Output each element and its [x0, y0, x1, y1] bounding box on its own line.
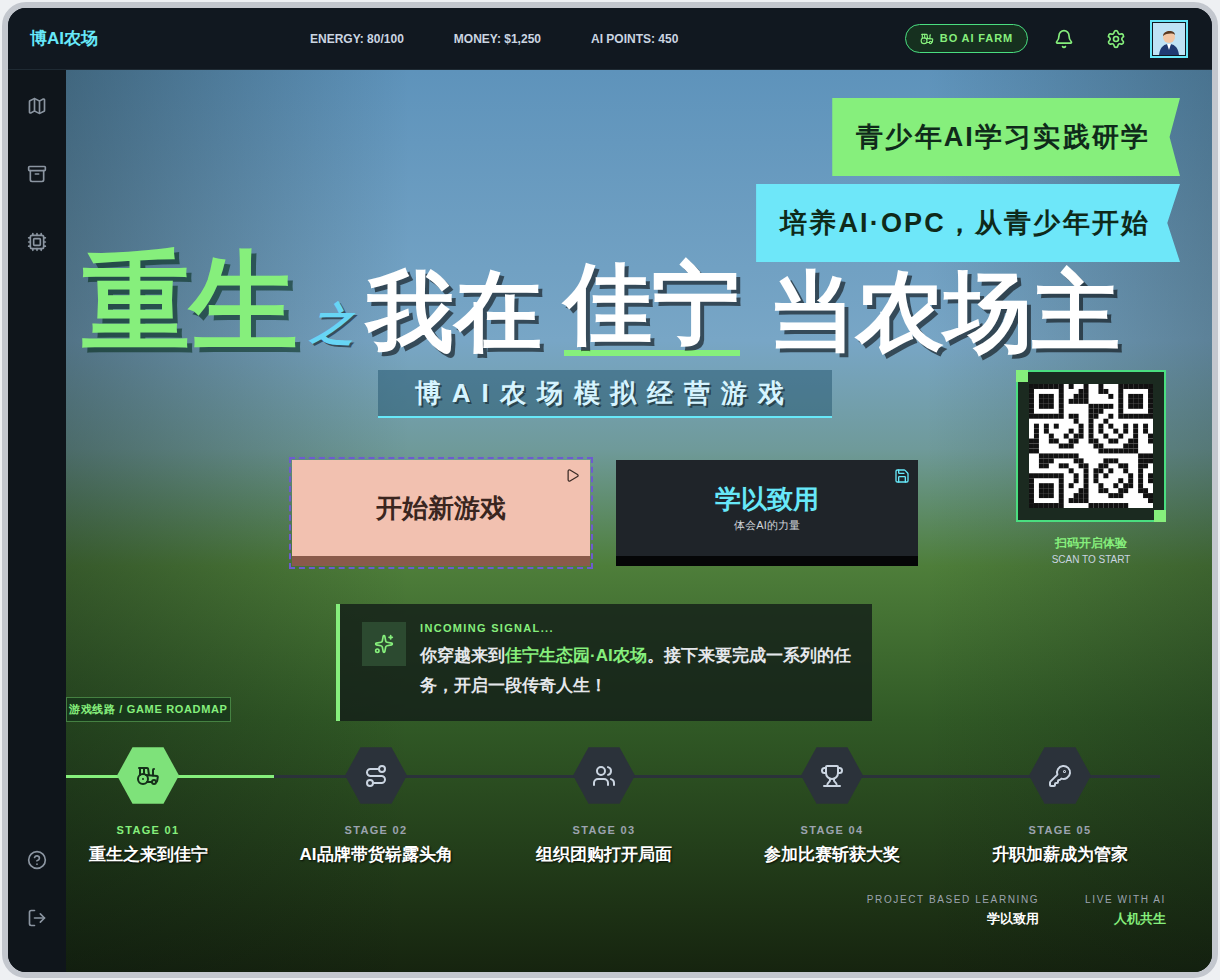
qr-frame[interactable]: [1016, 370, 1166, 522]
button-sub: 体会AI的力量: [734, 517, 799, 534]
archive-icon[interactable]: [27, 164, 47, 184]
stage-hexagon: [573, 746, 635, 806]
save-icon: [894, 468, 910, 484]
title-text: 我在: [366, 268, 542, 356]
device-frame: 博AI农场ENERGY: 80/100 MONEY: $1,250 AI POINT…: [2, 2, 1218, 978]
qr-code-icon: [1029, 384, 1153, 508]
roadmap-stage[interactable]: STAGE 01 重生之来到佳宁: [66, 746, 230, 868]
signal-heading: INCOMING SIGNAL...: [420, 620, 852, 637]
qr-subcaption: SCAN TO START: [1052, 552, 1131, 567]
title-place: 佳宁: [564, 260, 740, 356]
stage-icon: [1048, 764, 1072, 788]
roadmap: 游戏线路 / GAME ROADMAPSTAGE 01重生之来到佳宁STAGE …: [66, 697, 1180, 868]
roadmap-stage[interactable]: STAGE 02 AI品牌带货崭露头角: [294, 746, 458, 868]
stage-icon: [820, 764, 844, 788]
sidebar: [8, 70, 66, 972]
stage-icon: [364, 764, 388, 788]
roadmap-stage[interactable]: STAGE 03 组织团购打开局面: [522, 746, 686, 868]
game-title: 重生之我在佳宁当农场主: [66, 248, 1180, 356]
qr-panel: 扫码开启体验SCAN TO START: [1016, 370, 1166, 721]
footer-item: LIVE WITH AI人机共生: [1085, 892, 1166, 929]
notifications-button[interactable]: [1054, 29, 1074, 49]
stat: AI POINTS: 450: [591, 30, 678, 48]
subtitle: 博AI农场模拟经营游戏: [378, 370, 832, 418]
bell-icon: [1054, 29, 1074, 49]
settings-button[interactable]: [1106, 29, 1126, 49]
stage-label: STAGE 01: [117, 822, 180, 839]
title-accent: 重生: [82, 248, 298, 356]
logo[interactable]: 博AI农场: [30, 26, 310, 52]
stage-label: STAGE 04: [801, 822, 864, 839]
roadmap-label: 游戏线路 / GAME ROADMAP: [66, 697, 231, 722]
avatar-icon[interactable]: [1153, 23, 1185, 55]
play-icon: [565, 468, 580, 483]
qr-caption: 扫码开启体验: [1055, 534, 1127, 552]
signal-icon-box: [362, 622, 406, 666]
stage-hexagon: [801, 746, 863, 806]
stats: ENERGY: 80/100 MONEY: $1,250 AI POINTS: 45…: [310, 30, 678, 48]
roadmap-stage[interactable]: STAGE 04 参加比赛斩获大奖: [750, 746, 914, 868]
start-game-button[interactable]: 开始新游戏: [292, 460, 590, 566]
hero: 青少年AI学习实践研学培养AI·OPC，从青少年开始重生之我在佳宁当农场主博AI…: [66, 70, 1212, 972]
stat: MONEY: $1,250: [454, 30, 541, 48]
chip-icon[interactable]: [27, 232, 47, 252]
stage-hexagon: [1029, 746, 1091, 806]
app: 博AI农场ENERGY: 80/100 MONEY: $1,250 AI POINT…: [0, 0, 1220, 980]
button-label: 开始新游戏: [376, 492, 506, 525]
logout-icon[interactable]: [27, 908, 47, 928]
banner: 青少年AI学习实践研学: [832, 98, 1180, 176]
action-buttons: 开始新游戏 学以致用体会AI的力量: [292, 460, 918, 566]
signal-message: 你穿越来到佳宁生态园·AI农场。接下来要完成一系列的任务，开启一段传奇人生！: [420, 641, 852, 701]
banners: 青少年AI学习实践研学培养AI·OPC，从青少年开始: [66, 98, 1180, 262]
stat: ENERGY: 80/100: [310, 30, 404, 48]
sparkles-icon: [374, 634, 394, 654]
title-connector: 之: [310, 302, 354, 346]
stage-label: STAGE 03: [573, 822, 636, 839]
stage-title: 升职加薪成为管家: [992, 842, 1128, 868]
signal-box: INCOMING SIGNAL... 你穿越来到佳宁生态园·AI农场。接下来要完成…: [336, 604, 872, 721]
farm-button[interactable]: BO AI FARM: [905, 24, 1028, 53]
qr-corner: [1154, 510, 1166, 522]
banner: 培养AI·OPC，从青少年开始: [756, 184, 1180, 262]
map-icon[interactable]: [27, 96, 47, 116]
hero-footer: PROJECT BASED LEARNING学以致用 LIVE WITH AI人机…: [66, 892, 1180, 929]
top-bar: 博AI农场ENERGY: 80/100 MONEY: $1,250 AI POINT…: [8, 8, 1212, 70]
qr-corner: [1016, 370, 1028, 382]
title-text: 当农场主: [768, 268, 1120, 356]
avatar[interactable]: [1150, 20, 1188, 58]
stage-title: 重生之来到佳宁: [89, 842, 208, 868]
stage-title: 组织团购打开局面: [536, 842, 672, 868]
stage-title: 参加比赛斩获大奖: [764, 842, 900, 868]
footer-item: PROJECT BASED LEARNING学以致用: [867, 892, 1039, 929]
tractor-icon: [920, 32, 934, 46]
help-icon[interactable]: [27, 850, 47, 870]
apply-learning-button[interactable]: 学以致用体会AI的力量: [616, 460, 918, 566]
stage-title: AI品牌带货崭露头角: [300, 842, 453, 868]
stage-label: STAGE 02: [345, 822, 408, 839]
stage-hexagon: [117, 746, 179, 806]
button-label: 学以致用: [715, 483, 819, 516]
stage-label: STAGE 05: [1029, 822, 1092, 839]
stage-hexagon: [345, 746, 407, 806]
stage-icon: [136, 764, 160, 788]
stage-icon: [592, 764, 616, 788]
roadmap-stage[interactable]: STAGE 05 升职加薪成为管家: [978, 746, 1142, 868]
gear-icon: [1106, 29, 1126, 49]
